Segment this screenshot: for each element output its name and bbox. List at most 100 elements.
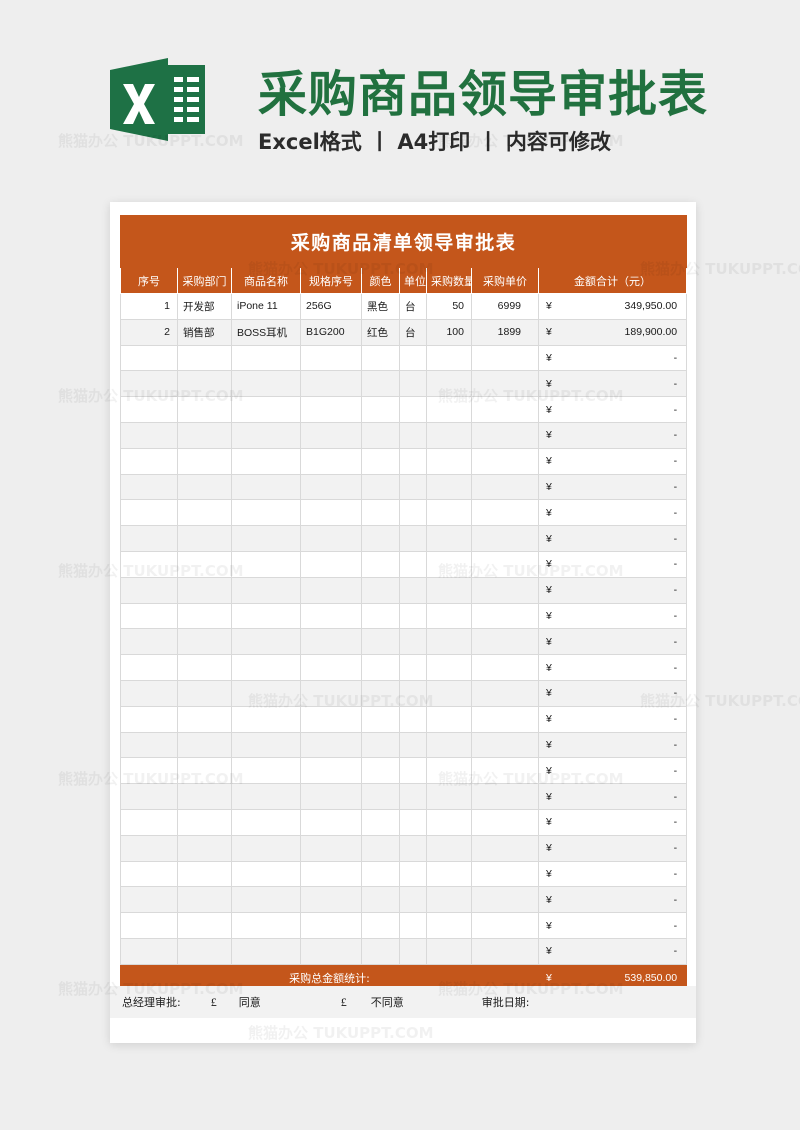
- cell-dept: [177, 705, 232, 733]
- cell-price: [471, 576, 539, 604]
- cell-price: [471, 473, 539, 501]
- cell-amount: ¥ -: [537, 757, 688, 785]
- cell-spec: [300, 679, 362, 707]
- cell-product: [231, 886, 301, 914]
- cell-price: 1899: [471, 318, 539, 346]
- cell-index: [120, 602, 178, 630]
- cell-quantity: [426, 886, 472, 914]
- cell-index: [120, 473, 178, 501]
- cell-amount: ¥ -: [537, 937, 688, 965]
- cell-index: [120, 576, 178, 604]
- checkbox-disagree-icon[interactable]: £: [341, 995, 347, 1010]
- cell-price: [471, 808, 539, 836]
- column-header-spec: 规格序号: [300, 267, 362, 294]
- cell-amount: ¥ -: [537, 783, 688, 810]
- cell-color: 红色: [361, 318, 400, 346]
- currency-symbol: ¥: [546, 403, 552, 416]
- cell-price: [471, 421, 539, 449]
- cell-index: [120, 783, 178, 810]
- cell-dept: 销售部: [177, 318, 232, 346]
- cell-price: [471, 860, 539, 888]
- cell-product: [231, 396, 301, 423]
- table-row: ¥ -: [120, 628, 688, 656]
- table-row: ¥ -: [120, 912, 688, 939]
- currency-symbol: ¥: [546, 738, 552, 751]
- cell-price: [471, 628, 539, 656]
- cell-quantity: [426, 912, 472, 939]
- cell-color: [361, 912, 400, 939]
- amount-value: -: [673, 661, 678, 674]
- cell-unit: [399, 576, 427, 604]
- cell-color: [361, 783, 400, 810]
- table-row: ¥ -: [120, 421, 688, 449]
- table-header-row: 序号 采购部门 商品名称 规格序号 颜色 单位 采购数量 采购单价 金额合计（元…: [120, 267, 688, 294]
- cell-spec: [300, 602, 362, 630]
- banner-subtitle: Excel格式 丨 A4打印 丨 内容可修改: [258, 130, 611, 154]
- cell-index: [120, 499, 178, 527]
- cell-product: [231, 473, 301, 501]
- approval-date-label: 审批日期:: [481, 996, 530, 1009]
- cell-price: [471, 654, 539, 681]
- cell-product: [231, 705, 301, 733]
- cell-index: [120, 808, 178, 836]
- cell-product: [231, 447, 301, 475]
- cell-index: [120, 447, 178, 475]
- cell-amount: ¥ -: [537, 654, 688, 681]
- cell-price: [471, 370, 539, 398]
- cell-dept: [177, 654, 232, 681]
- amount-value: -: [673, 738, 678, 751]
- approval-label: 总经理审批:: [122, 996, 181, 1009]
- cell-amount: ¥349,950.00: [537, 293, 688, 320]
- cell-price: [471, 705, 539, 733]
- cell-unit: [399, 757, 427, 785]
- page-banner: 采购商品领导审批表 Excel格式 丨 A4打印 丨 内容可修改: [0, 0, 800, 178]
- cell-dept: [177, 576, 232, 604]
- table-title-row: 采购商品清单领导审批表: [119, 215, 688, 268]
- cell-spec: [300, 550, 362, 578]
- cell-unit: [399, 912, 427, 939]
- cell-quantity: [426, 679, 472, 707]
- amount-value: -: [673, 455, 678, 468]
- cell-spec: [300, 370, 362, 398]
- cell-unit: [399, 421, 427, 449]
- cell-unit: [399, 344, 427, 372]
- table-row: ¥ -: [120, 576, 688, 604]
- cell-amount: ¥ -: [537, 344, 688, 372]
- cell-quantity: [426, 499, 472, 527]
- currency-symbol: ¥: [546, 558, 552, 571]
- table-row: ¥ -: [120, 757, 688, 785]
- cell-color: [361, 705, 400, 733]
- cell-product: [231, 344, 301, 372]
- cell-unit: [399, 834, 427, 862]
- amount-value: -: [673, 480, 678, 493]
- cell-index: [120, 344, 178, 372]
- table-row: ¥ -: [120, 525, 688, 552]
- checkbox-agree-icon[interactable]: £: [211, 995, 217, 1010]
- cell-product: [231, 628, 301, 656]
- amount-value: -: [673, 816, 678, 829]
- amount-value: -: [673, 764, 678, 777]
- cell-quantity: [426, 757, 472, 785]
- cell-dept: [177, 886, 232, 914]
- amount-value: -: [673, 867, 678, 880]
- table-row: ¥ -: [120, 937, 688, 965]
- cell-product: [231, 576, 301, 604]
- cell-unit: [399, 447, 427, 475]
- amount-value: -: [673, 945, 678, 958]
- cell-price: [471, 757, 539, 785]
- table-row: ¥ -: [120, 808, 688, 836]
- cell-price: 6999: [471, 293, 539, 320]
- cell-amount: ¥ -: [537, 550, 688, 578]
- cell-spec: [300, 808, 362, 836]
- cell-spec: [300, 834, 362, 862]
- table-row: ¥ -: [120, 679, 688, 707]
- cell-amount: ¥ -: [537, 525, 688, 552]
- cell-spec: [300, 628, 362, 656]
- cell-product: [231, 550, 301, 578]
- cell-index: [120, 886, 178, 914]
- cell-price: [471, 525, 539, 552]
- table-row: ¥ -: [120, 370, 688, 398]
- cell-quantity: [426, 808, 472, 836]
- cell-amount: ¥ -: [537, 808, 688, 836]
- currency-symbol: ¥: [546, 893, 552, 906]
